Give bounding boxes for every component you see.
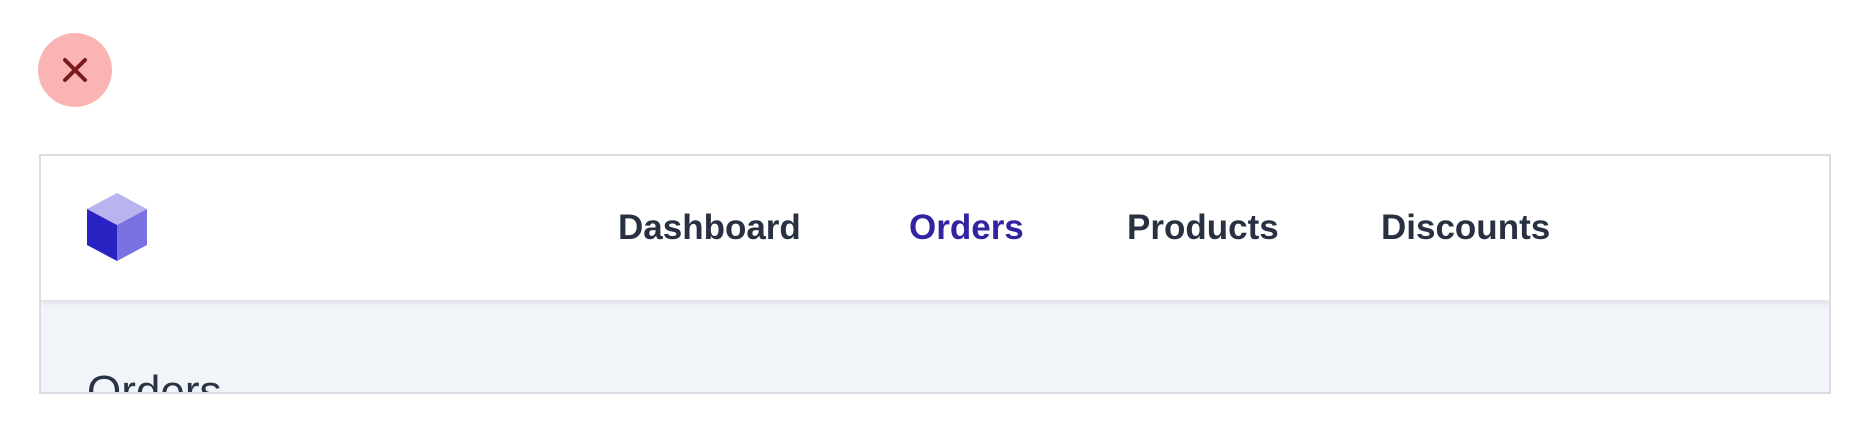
app-frame: Dashboard Orders Products Discounts Orde… <box>39 154 1831 394</box>
nav-link-dashboard[interactable]: Dashboard <box>618 208 801 248</box>
close-icon <box>63 58 87 82</box>
nav-link-products[interactable]: Products <box>1127 208 1279 248</box>
nav-link-discounts[interactable]: Discounts <box>1381 208 1550 248</box>
top-navbar: Dashboard Orders Products Discounts <box>41 156 1829 300</box>
nav-link-orders[interactable]: Orders <box>909 208 1024 248</box>
nav-links: Dashboard Orders Products Discounts <box>41 156 1829 300</box>
close-button[interactable] <box>38 33 112 107</box>
page-title: Orders <box>87 367 222 394</box>
